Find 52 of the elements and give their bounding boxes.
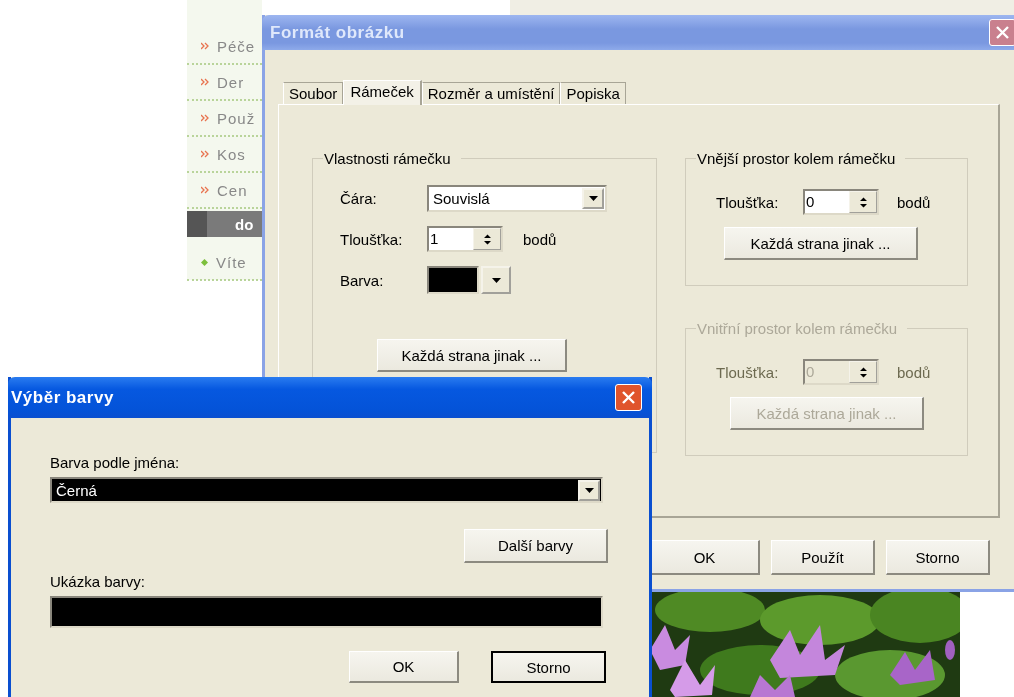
up-down-arrows-icon [858,365,868,379]
up-down-arrows-icon [482,232,492,246]
caret-icon [588,196,598,201]
button[interactable]: Každá strana jinak ... [377,339,567,372]
window-title: Výběr barvy [11,387,114,408]
field-label: Tloušťka: [340,230,404,248]
dropdown-button[interactable] [481,266,511,294]
button: Každá strana jinak ... [730,397,924,430]
button[interactable]: Další barvy [464,529,608,563]
unit-label: bodů [897,193,931,211]
dropdown[interactable]: Souvislá [427,185,607,212]
double-chevron-icon [201,150,209,158]
button[interactable]: Storno [886,540,990,575]
number-field[interactable]: 1 [427,226,503,252]
button[interactable]: OK [650,540,760,575]
close-icon [621,390,636,405]
close-button[interactable] [615,384,642,411]
field-label: Barva podle jména: [50,454,181,473]
tab[interactable]: Popiska [560,82,626,104]
tab[interactable]: Rámeček [343,80,422,105]
tab[interactable]: Rozměr a umístění [421,82,561,104]
caret-icon [491,277,501,283]
caret-icon [584,487,594,493]
double-chevron-icon [201,78,209,86]
double-chevron-icon [201,186,209,194]
unit-label: bodů [897,363,931,381]
dropdown[interactable]: Černá [50,477,603,503]
button[interactable]: Storno [491,651,606,683]
field-label: Tloušťka: [716,193,780,211]
double-chevron-icon [201,42,209,50]
double-chevron-icon [201,114,209,122]
button[interactable]: Použít [771,540,875,575]
close-icon [995,25,1010,40]
field-label: Barva: [340,271,385,289]
group-title: Vnitřní prostor kolem rámečku [696,320,899,337]
group-title: Vlastnosti rámečku [323,150,452,167]
button[interactable]: OK [349,651,459,683]
sidebar-header: do [187,211,262,237]
tab[interactable]: Soubor [283,82,344,104]
number-field[interactable]: 0 [803,189,879,215]
up-down-arrows-icon [858,195,868,209]
window-title: Formát obrázku [270,22,405,43]
field-label: Tloušťka: [716,363,780,381]
button[interactable]: Každá strana jinak ... [724,227,918,260]
field-label: Čára: [340,190,378,207]
color-swatch[interactable] [427,266,479,294]
diamond-icon [201,258,208,266]
field-label: Ukázka barvy: [50,573,147,592]
spin-buttons[interactable] [473,228,501,250]
group-title: Vnější prostor kolem rámečku [696,150,897,167]
spin-buttons[interactable] [849,191,877,213]
unit-label: bodů [523,230,557,248]
